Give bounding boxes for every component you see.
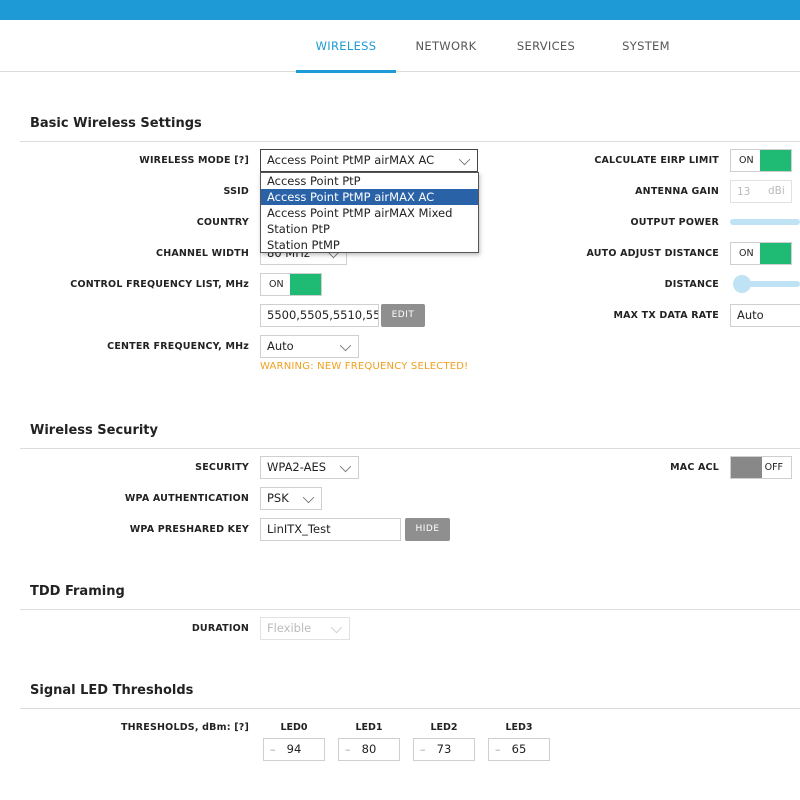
eirp-limit-toggle[interactable]: ON bbox=[730, 149, 792, 172]
duration-label: DURATION bbox=[191, 623, 249, 634]
section-divider bbox=[20, 609, 800, 610]
control-frequency-value: 5500,5505,5510,55 bbox=[267, 308, 379, 322]
wireless-mode-select[interactable]: Access Point PtMP airMAX AC bbox=[260, 149, 478, 172]
edit-frequency-button[interactable]: EDIT bbox=[381, 304, 425, 327]
tab-services[interactable]: SERVICES bbox=[496, 20, 596, 71]
hide-key-button[interactable]: HIDE bbox=[405, 518, 450, 541]
duration-value: Flexible bbox=[267, 621, 312, 635]
dropdown-option-station-ptmp[interactable]: Station PtMP bbox=[261, 237, 478, 253]
frequency-warning: WARNING: NEW FREQUENCY SELECTED! bbox=[260, 361, 469, 372]
antenna-gain-label: ANTENNA GAIN bbox=[635, 186, 719, 197]
security-label: SECURITY bbox=[195, 462, 249, 473]
led1-heading: LED1 bbox=[355, 722, 383, 733]
section-title-led: Signal LED Thresholds bbox=[30, 683, 194, 698]
toggle-knob bbox=[760, 150, 791, 171]
max-tx-rate-select[interactable]: Auto bbox=[730, 304, 800, 327]
toggle-knob bbox=[760, 243, 791, 264]
led2-threshold-value: 73 bbox=[436, 742, 452, 756]
duration-select[interactable]: Flexible bbox=[260, 617, 350, 640]
led0-heading: LED0 bbox=[280, 722, 308, 733]
led3-heading: LED3 bbox=[505, 722, 533, 733]
chevron-down-icon bbox=[302, 491, 315, 504]
ssid-label: SSID bbox=[223, 186, 249, 197]
wpa-auth-label: WPA AUTHENTICATION bbox=[124, 493, 249, 504]
psk-value: LinITX_Test bbox=[267, 522, 331, 536]
distance-slider-handle[interactable] bbox=[733, 275, 751, 293]
mac-acl-label: MAC ACL bbox=[670, 462, 719, 473]
toggle-state-text: ON bbox=[739, 155, 754, 166]
chevron-down-icon bbox=[458, 153, 471, 166]
psk-label: WPA PRESHARED KEY bbox=[129, 524, 249, 535]
security-select[interactable]: WPA2-AES bbox=[260, 456, 359, 479]
center-frequency-value: Auto bbox=[267, 339, 294, 353]
toggle-knob bbox=[290, 274, 321, 295]
control-frequency-label: CONTROL FREQUENCY LIST, MHz bbox=[70, 279, 249, 290]
tab-system[interactable]: SYSTEM bbox=[596, 20, 696, 71]
wpa-auth-select[interactable]: PSK bbox=[260, 487, 322, 510]
led3-threshold-value: 65 bbox=[511, 742, 527, 756]
security-value: WPA2-AES bbox=[267, 460, 327, 474]
wireless-mode-label: WIRELESS MODE [?] bbox=[139, 155, 249, 166]
led0-threshold-value: 94 bbox=[286, 742, 302, 756]
eirp-limit-label: CALCULATE EIRP LIMIT bbox=[594, 155, 719, 166]
wpa-auth-value: PSK bbox=[267, 491, 289, 505]
toggle-state-text: ON bbox=[269, 279, 284, 290]
chevron-down-icon bbox=[330, 621, 343, 634]
toggle-knob bbox=[731, 457, 762, 478]
section-divider bbox=[20, 708, 800, 709]
tab-network[interactable]: NETWORK bbox=[396, 20, 496, 71]
led0-threshold-input[interactable]: – 94 bbox=[263, 738, 325, 761]
section-divider bbox=[20, 448, 800, 449]
tab-wireless[interactable]: WIRELESS bbox=[296, 20, 396, 73]
led3-threshold-input[interactable]: – 65 bbox=[488, 738, 550, 761]
auto-distance-label: AUTO ADJUST DISTANCE bbox=[586, 248, 719, 259]
wireless-mode-value: Access Point PtMP airMAX AC bbox=[267, 153, 435, 167]
antenna-gain-value: 13 bbox=[737, 186, 751, 198]
country-label: COUNTRY bbox=[196, 217, 249, 228]
dropdown-option-ap-ptmp-ac[interactable]: Access Point PtMP airMAX AC bbox=[261, 189, 478, 205]
dropdown-option-ap-ptmp-mixed[interactable]: Access Point PtMP airMAX Mixed bbox=[261, 205, 478, 221]
antenna-gain-unit: dBi bbox=[768, 185, 785, 197]
max-tx-rate-label: MAX TX DATA RATE bbox=[613, 310, 719, 321]
control-frequency-input[interactable]: 5500,5505,5510,55 bbox=[260, 304, 379, 327]
section-title-tdd: TDD Framing bbox=[30, 584, 125, 599]
led1-threshold-value: 80 bbox=[361, 742, 377, 756]
dropdown-option-station-ptp[interactable]: Station PtP bbox=[261, 221, 478, 237]
output-power-label: OUTPUT POWER bbox=[630, 217, 719, 228]
center-frequency-label: CENTER FREQUENCY, MHz bbox=[107, 341, 249, 352]
mac-acl-toggle[interactable]: OFF bbox=[730, 456, 792, 479]
thresholds-label: THRESHOLDS, dBm: [?] bbox=[120, 722, 249, 733]
psk-input[interactable]: LinITX_Test bbox=[260, 518, 401, 541]
wireless-mode-dropdown: Access Point PtP Access Point PtMP airMA… bbox=[260, 172, 479, 253]
led2-threshold-input[interactable]: – 73 bbox=[413, 738, 475, 761]
auto-distance-toggle[interactable]: ON bbox=[730, 242, 792, 265]
center-frequency-select[interactable]: Auto bbox=[260, 335, 359, 358]
top-header-bar bbox=[0, 0, 800, 20]
channel-width-label: CHANNEL WIDTH bbox=[156, 248, 249, 259]
section-divider bbox=[20, 141, 800, 142]
toggle-state-text: ON bbox=[739, 248, 754, 259]
output-power-slider[interactable] bbox=[730, 219, 800, 225]
max-tx-rate-value: Auto bbox=[737, 308, 764, 322]
toggle-state-text: OFF bbox=[764, 462, 783, 473]
chevron-down-icon bbox=[339, 339, 352, 352]
distance-label: DISTANCE bbox=[664, 279, 719, 290]
section-title-basic: Basic Wireless Settings bbox=[30, 116, 202, 131]
chevron-down-icon bbox=[339, 460, 352, 473]
control-frequency-toggle[interactable]: ON bbox=[260, 273, 322, 296]
main-tabs: WIRELESS NETWORK SERVICES SYSTEM bbox=[0, 20, 800, 73]
dropdown-option-ap-ptp[interactable]: Access Point PtP bbox=[261, 173, 478, 189]
led2-heading: LED2 bbox=[430, 722, 458, 733]
section-title-security: Wireless Security bbox=[30, 423, 158, 438]
led1-threshold-input[interactable]: – 80 bbox=[338, 738, 400, 761]
